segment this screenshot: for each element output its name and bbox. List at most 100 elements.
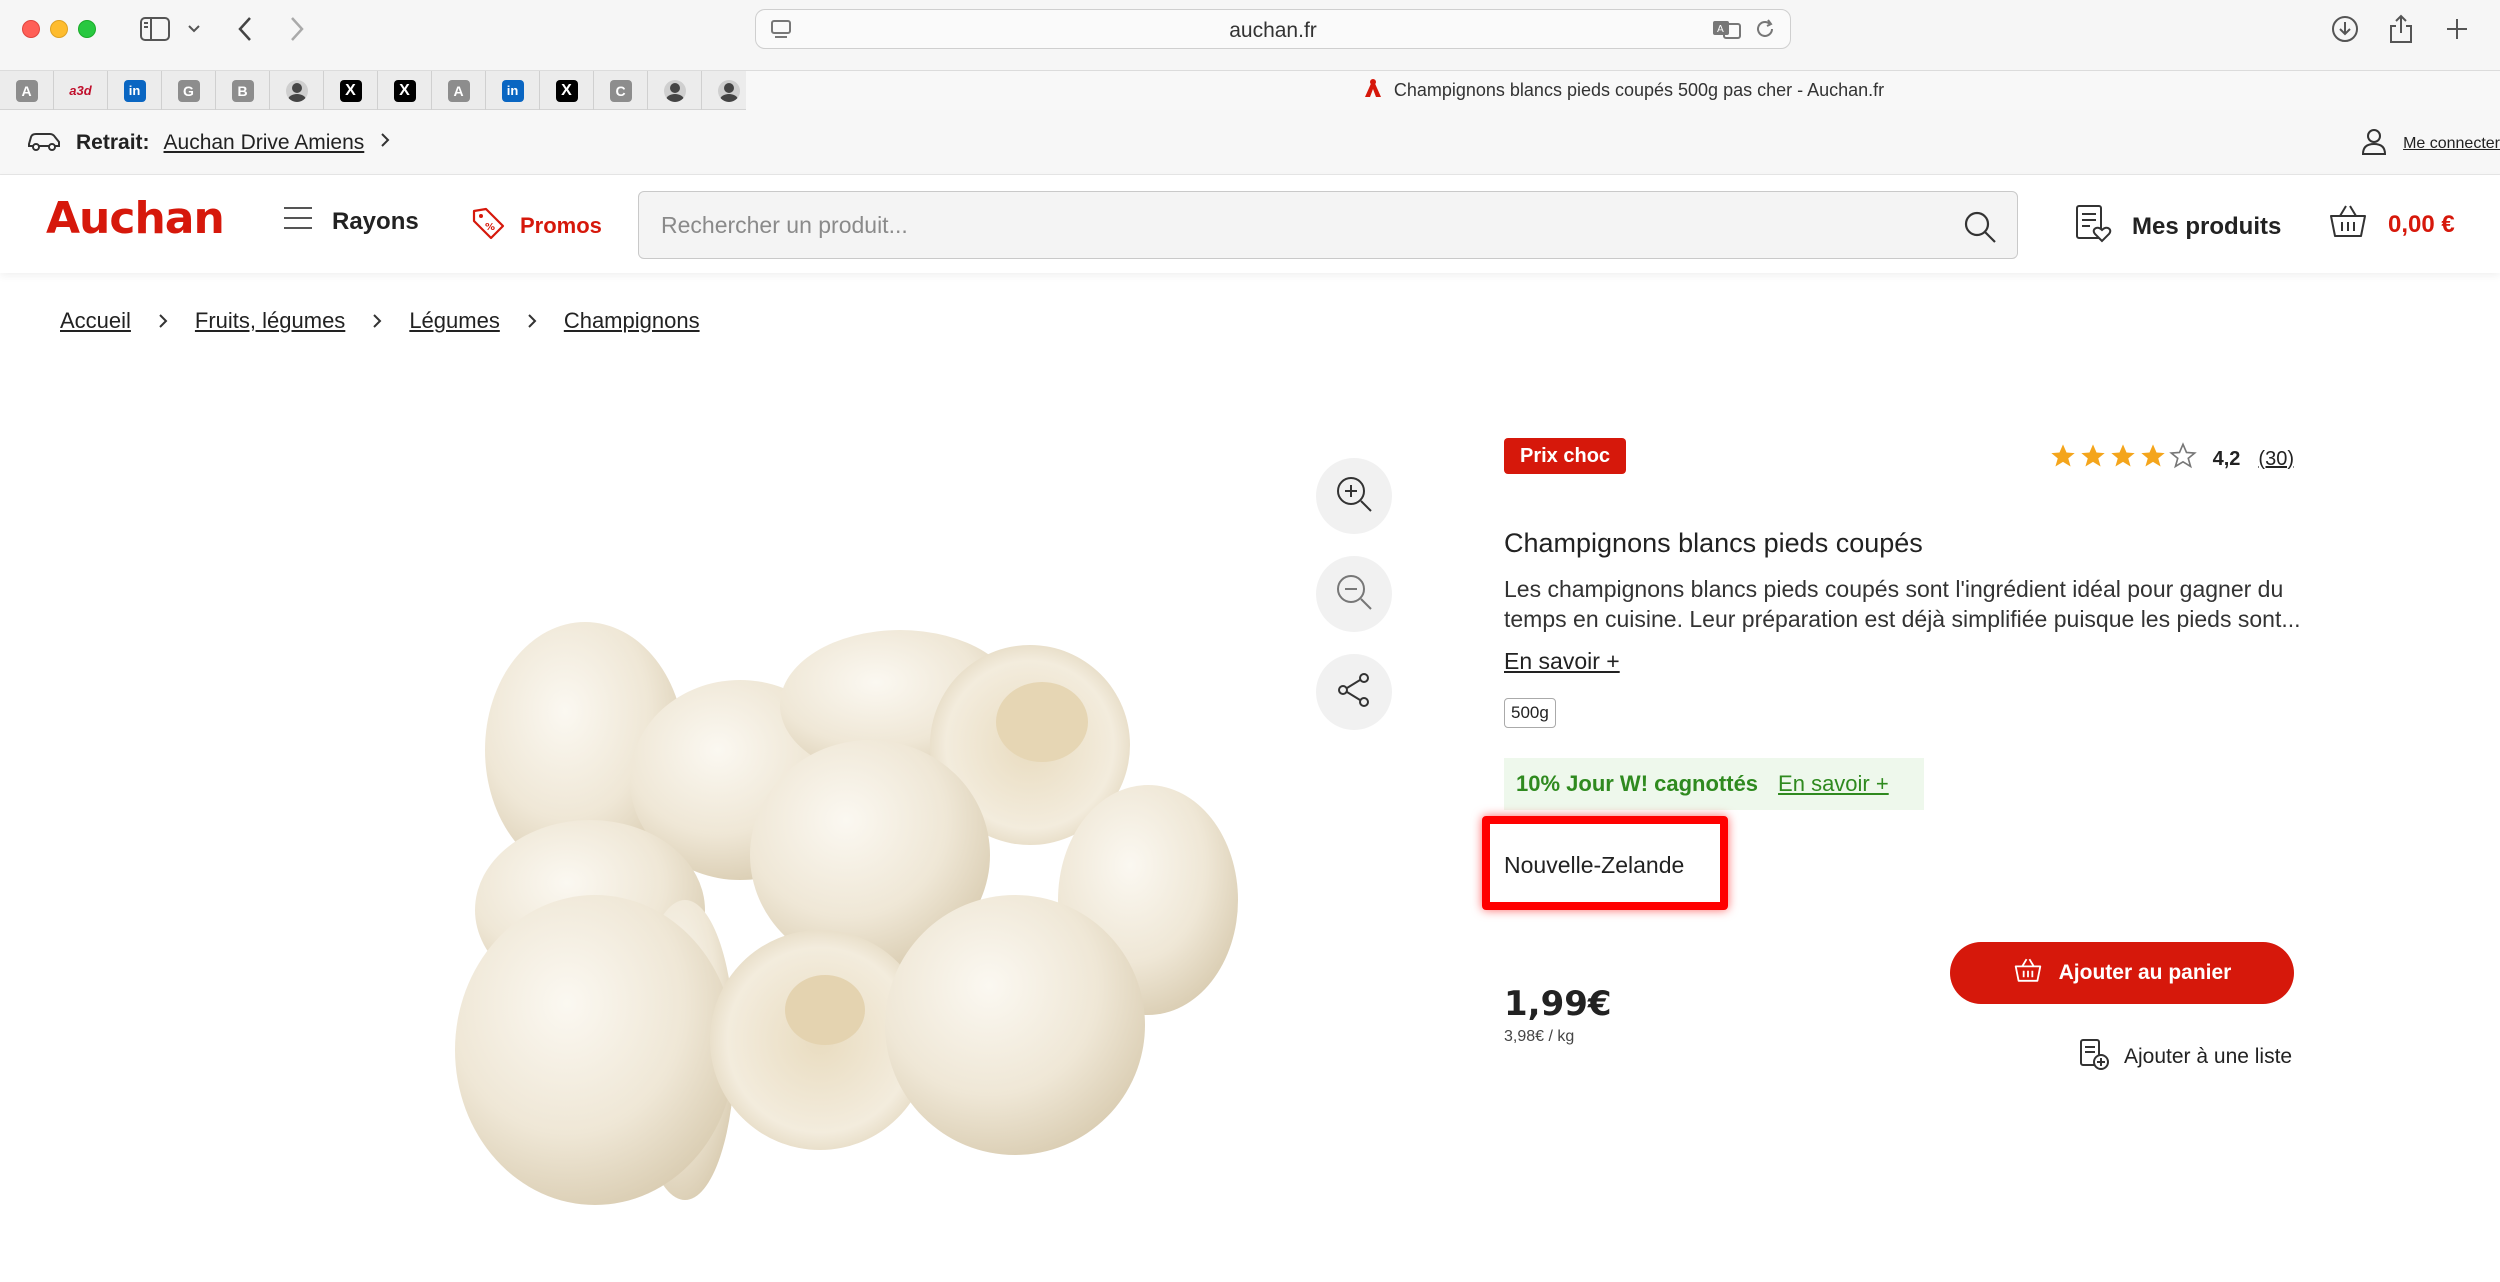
basket-icon: [2328, 203, 2368, 246]
star-icon: [2049, 442, 2077, 476]
favicon-g-icon: G: [177, 79, 200, 102]
list-add-icon: [2078, 1038, 2110, 1076]
rating-count-link[interactable]: (30): [2258, 448, 2294, 471]
login-link[interactable]: Me connecter: [2359, 126, 2500, 161]
active-tab-title: Champignons blancs pieds coupés 500g pas…: [1393, 80, 1885, 100]
translate-icon[interactable]: A: [1712, 18, 1742, 44]
share-nodes-icon: [1334, 670, 1374, 714]
pinned-tab[interactable]: a3d: [54, 71, 108, 110]
new-tab-icon[interactable]: [2440, 12, 2474, 46]
promo-tag-icon: %: [470, 205, 506, 247]
favicon-c-icon: C: [609, 79, 632, 102]
basket-icon: [2013, 957, 2043, 989]
svg-text:%: %: [485, 222, 495, 233]
linkedin-icon: in: [123, 79, 146, 102]
chevron-down-icon[interactable]: [182, 12, 206, 46]
share-icon[interactable]: [2384, 12, 2418, 46]
pickup-bar: Retrait: Auchan Drive Amiens Me connecte…: [0, 110, 2500, 175]
x-icon: X: [555, 79, 578, 102]
star-outline-icon: [2168, 442, 2197, 476]
pinned-tab[interactable]: [648, 71, 702, 110]
pickup-selector[interactable]: Retrait: Auchan Drive Amiens: [26, 128, 392, 158]
profile-favicon-icon: [285, 79, 308, 102]
car-icon: [26, 128, 62, 158]
auchan-logo[interactable]: Auchan: [46, 193, 225, 244]
zoom-out-button[interactable]: [1316, 556, 1392, 632]
pinned-tab[interactable]: X: [540, 71, 594, 110]
auchan-favicon-icon: [1362, 77, 1384, 104]
site-header: Auchan Rayons % Promos Mes produits 0,00…: [0, 175, 2500, 273]
loyalty-promo: 10% Jour W! cagnottés En savoir +: [1504, 758, 1924, 810]
breadcrumb-home[interactable]: Accueil: [60, 308, 131, 334]
weight-tag: 500g: [1504, 698, 1556, 728]
breadcrumb-fruits-legumes[interactable]: Fruits, légumes: [195, 308, 345, 334]
pinned-tab[interactable]: A: [0, 71, 54, 110]
product-origin: Nouvelle-Zelande: [1504, 852, 1685, 878]
address-bar[interactable]: auchan.fr A: [755, 9, 1791, 49]
share-button[interactable]: [1316, 654, 1392, 730]
pinned-tab[interactable]: A: [432, 71, 486, 110]
downloads-icon[interactable]: [2328, 12, 2362, 46]
x-icon: X: [339, 79, 362, 102]
pinned-tab[interactable]: in: [486, 71, 540, 110]
hamburger-icon: [282, 205, 314, 238]
breadcrumb: Accueil Fruits, légumes Légumes Champign…: [60, 308, 700, 334]
add-to-cart-button[interactable]: Ajouter au panier: [1950, 942, 2294, 1004]
description-line: temps en cuisine. Leur préparation est d…: [1504, 606, 2301, 632]
login-label: Me connecter: [2403, 134, 2500, 152]
search-icon[interactable]: [1963, 210, 1997, 248]
zoom-in-icon: [1334, 474, 1374, 518]
unit-price: 3,98€ / kg: [1504, 1028, 1575, 1045]
loyalty-learn-more-link[interactable]: En savoir +: [1778, 771, 1889, 797]
active-tab[interactable]: Champignons blancs pieds coupés 500g pas…: [746, 71, 2500, 110]
svg-text:A: A: [1717, 24, 1724, 35]
pickup-label: Retrait:: [76, 131, 150, 154]
product-description: Les champignons blancs pieds coupés sont…: [1504, 574, 2304, 634]
sidebar-toggle-icon[interactable]: [138, 12, 172, 46]
prix-choc-badge: Prix choc: [1504, 438, 1627, 474]
forward-icon[interactable]: [282, 12, 312, 46]
description-line: Les champignons blancs pieds coupés sont…: [1504, 576, 2284, 602]
minimize-window-button[interactable]: [50, 20, 68, 38]
pinned-tab[interactable]: X: [378, 71, 432, 110]
pinned-tab[interactable]: [270, 71, 324, 110]
back-icon[interactable]: [230, 12, 260, 46]
chevron-right-icon[interactable]: [378, 131, 392, 155]
promos-label: Promos: [520, 213, 602, 238]
pinned-tab[interactable]: C: [594, 71, 648, 110]
zoom-in-button[interactable]: [1316, 458, 1392, 534]
pickup-store-link[interactable]: Auchan Drive Amiens: [164, 131, 365, 155]
profile-favicon-icon: [717, 79, 740, 102]
product-title: Champignons blancs pieds coupés: [1504, 528, 1923, 558]
promos-link[interactable]: % Promos: [470, 205, 602, 247]
pinned-tab[interactable]: G: [162, 71, 216, 110]
zoom-window-button[interactable]: [78, 20, 96, 38]
close-window-button[interactable]: [22, 20, 40, 38]
chevron-right-icon: [371, 312, 383, 330]
add-to-list-label: Ajouter à une liste: [2124, 1045, 2293, 1068]
search-input[interactable]: [661, 192, 1921, 258]
star-icon: [2079, 442, 2107, 476]
breadcrumb-champignons[interactable]: Champignons: [564, 308, 700, 334]
learn-more-link[interactable]: En savoir +: [1504, 648, 1620, 675]
linkedin-icon: in: [501, 79, 524, 102]
product-rating[interactable]: 4,2 (30): [2049, 442, 2294, 476]
image-tools: [1316, 458, 1392, 730]
x-icon: X: [393, 79, 416, 102]
cart-button[interactable]: 0,00 €: [2328, 203, 2455, 246]
favicon-a-icon: A: [447, 79, 470, 102]
tab-bar: A a3d in G B X X A in X C Champignons bl…: [0, 70, 2500, 110]
breadcrumb-legumes[interactable]: Légumes: [409, 308, 500, 334]
my-products-link[interactable]: Mes produits: [2074, 203, 2281, 250]
pinned-tab[interactable]: in: [108, 71, 162, 110]
pinned-tab[interactable]: X: [324, 71, 378, 110]
chevron-right-icon: [526, 312, 538, 330]
rayons-menu-button[interactable]: Rayons: [282, 205, 419, 238]
product-image: [455, 622, 1238, 1205]
reload-icon[interactable]: [1754, 18, 1776, 44]
pinned-tab[interactable]: B: [216, 71, 270, 110]
cart-total: 0,00 €: [2388, 210, 2455, 238]
search-box: [638, 191, 2018, 259]
add-to-list-button[interactable]: Ajouter à une liste: [2078, 1038, 2292, 1076]
my-products-label: Mes produits: [2132, 212, 2282, 240]
